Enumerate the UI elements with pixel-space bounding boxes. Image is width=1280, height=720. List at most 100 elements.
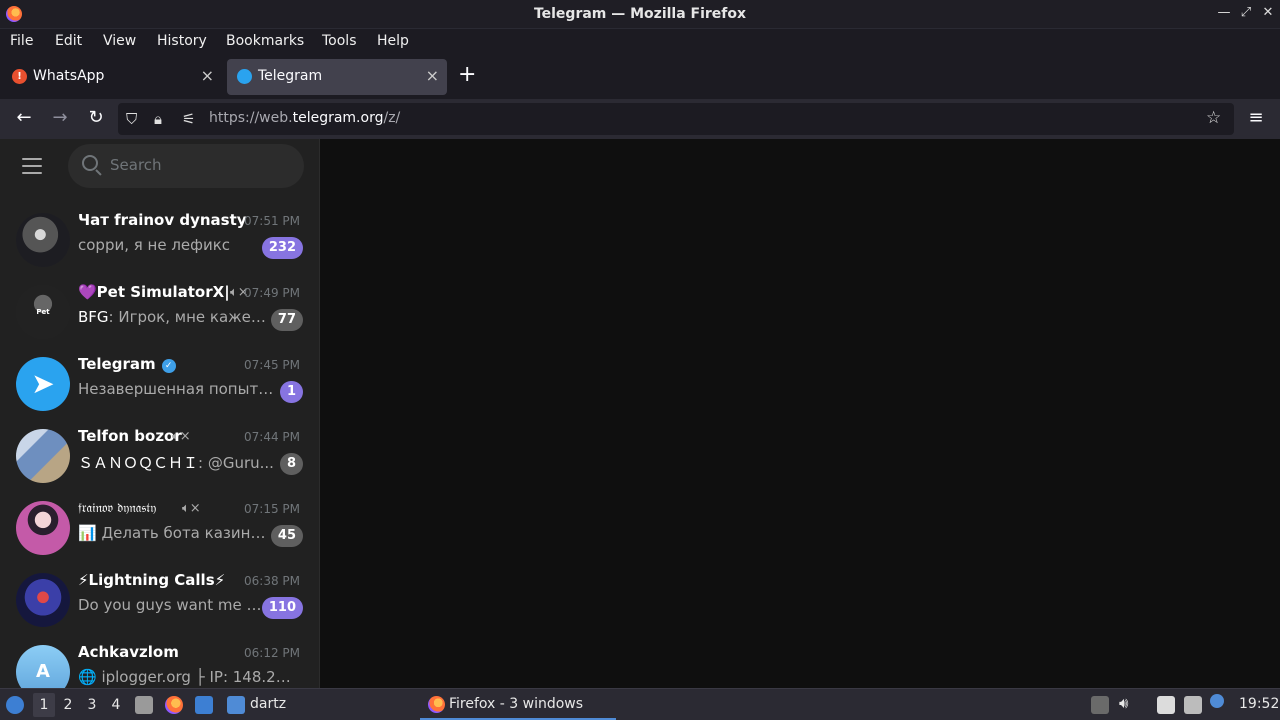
chat-time: 07:49 PM: [244, 286, 300, 300]
chat-list-item[interactable]: A Achkavzlom 06:12 PM 🌐 iplogger.org ├ I…: [8, 636, 312, 688]
chat-list-item[interactable]: Telfon bozor 🔈︎× 07:44 PM ＳＡＮＯＱＣＨＩ: @Gur…: [8, 420, 312, 492]
window-titlebar: Telegram — Mozilla Firefox — ⤢ ✕: [0, 0, 1280, 29]
navigation-bar: ← → ↻ ⛉ 🔒︎ ⚟ https://web.telegram.org/z/…: [0, 99, 1280, 139]
unread-badge: 1: [279, 381, 303, 403]
tab-bar: ! WhatsApp × Telegram ×: [0, 55, 1280, 99]
chat-list-item[interactable]: Pet SimulatorX 💜Pet SimulatorX|... 🔈︎× 0…: [8, 276, 312, 348]
chat-list-item[interactable]: ➤ Telegram ✓ 07:45 PM Незавершенная попыт…: [8, 348, 312, 420]
tray-up-icon[interactable]: [1091, 696, 1109, 714]
unread-badge: 77: [270, 309, 303, 331]
clock: 19:52: [1239, 696, 1280, 712]
start-menu-icon[interactable]: [6, 696, 24, 714]
desktop-icon[interactable]: [195, 696, 213, 714]
folder-label[interactable]: dartz: [250, 696, 286, 712]
tab-label: Telegram: [258, 68, 323, 84]
lock-icon[interactable]: 🔒︎: [154, 110, 162, 128]
chat-name: Telfon bozor: [78, 427, 182, 445]
search-box[interactable]: [68, 144, 304, 188]
chat-name: ⚡Lightning Calls⚡: [78, 571, 226, 589]
verified-icon: ✓: [161, 359, 176, 373]
network-icon[interactable]: [1184, 696, 1202, 714]
bookmark-star-icon[interactable]: ☆: [1206, 108, 1221, 128]
avatar: [16, 429, 70, 483]
tab-label: WhatsApp: [33, 68, 105, 84]
chat-name: Telegram ✓: [78, 355, 176, 373]
firefox-launcher-icon[interactable]: [165, 696, 183, 714]
chat-preview: Do you guys want me to...: [78, 596, 262, 614]
workspace-1[interactable]: 1: [33, 693, 55, 717]
hamburger-menu-icon[interactable]: [22, 158, 42, 174]
chat-preview: Незавершенная попытк...: [78, 380, 274, 398]
window-title: Telegram — Mozilla Firefox: [533, 6, 747, 22]
chat-sidebar: Чат frainov dynasty 07:51 PM сорри, я не…: [0, 139, 320, 688]
menu-edit[interactable]: Edit: [55, 33, 82, 49]
restore-icon[interactable]: ⤢: [1238, 5, 1254, 20]
avatar: [16, 573, 70, 627]
whatsapp-alert-icon: !: [12, 69, 27, 84]
menu-history[interactable]: History: [157, 33, 207, 49]
url-text[interactable]: https://web.telegram.org/z/: [209, 110, 400, 126]
unread-badge: 45: [270, 525, 303, 547]
close-tab-icon[interactable]: ×: [426, 66, 439, 85]
forward-icon[interactable]: →: [48, 107, 72, 128]
chat-time: 06:12 PM: [244, 646, 300, 660]
folder-icon[interactable]: [227, 696, 245, 714]
chat-name: 𝔣𝔯𝔞𝔦𝔫𝔬𝔳 𝔡𝔶𝔫𝔞𝔰𝔱𝔶: [78, 501, 157, 516]
chat-preview: ＳＡＮＯＱＣＨＩ: @Guru...: [78, 454, 274, 472]
url-bar[interactable]: ⛉ 🔒︎ ⚟ https://web.telegram.org/z/ ☆: [118, 103, 1234, 135]
firefox-icon: [428, 696, 445, 713]
menu-file[interactable]: File: [10, 33, 33, 49]
app-menu-icon[interactable]: ≡: [1244, 107, 1268, 128]
close-window-icon[interactable]: ✕: [1260, 5, 1276, 20]
tab-telegram[interactable]: Telegram ×: [227, 59, 447, 95]
avatar: Pet SimulatorX: [16, 285, 70, 339]
task-label: Firefox - 3 windows: [449, 696, 584, 712]
chat-time: 07:51 PM: [244, 214, 300, 228]
new-tab-icon[interactable]: +: [458, 62, 476, 87]
menu-tools[interactable]: Tools: [322, 33, 357, 49]
muted-icon: 🔈︎×: [172, 429, 191, 444]
chat-preview: 🌐 iplogger.org ├ IP: 148.251...: [78, 668, 300, 686]
workspace-2[interactable]: 2: [57, 693, 79, 717]
menubar: File Edit View History Bookmarks Tools H…: [0, 29, 1280, 55]
chat-list-item[interactable]: 𝔣𝔯𝔞𝔦𝔫𝔬𝔳 𝔡𝔶𝔫𝔞𝔰𝔱𝔶 🔈︎× 07:15 PM 📊 Делать бо…: [8, 492, 312, 564]
chat-name: Чат frainov dynasty: [78, 211, 247, 229]
workspace-3[interactable]: 3: [81, 693, 103, 717]
minimize-icon[interactable]: —: [1216, 5, 1232, 20]
chat-name: 💜Pet SimulatorX|...: [78, 283, 228, 301]
taskbar-task-firefox[interactable]: Firefox - 3 windows: [420, 689, 616, 720]
muted-icon: 🔈︎×: [182, 501, 201, 516]
page-content: Чат frainov dynasty 07:51 PM сорри, я не…: [0, 139, 1280, 688]
notification-icon[interactable]: [1210, 694, 1224, 708]
avatar: A: [16, 645, 70, 688]
chat-name: Achkavzlom: [78, 643, 179, 661]
clipboard-icon[interactable]: [1157, 696, 1175, 714]
chat-list-item[interactable]: ⚡Lightning Calls⚡ 06:38 PM Do you guys w…: [8, 564, 312, 636]
chat-time: 07:44 PM: [244, 430, 300, 444]
shield-icon[interactable]: ⛉: [126, 110, 137, 128]
file-manager-icon[interactable]: [135, 696, 153, 714]
menu-bookmarks[interactable]: Bookmarks: [226, 33, 304, 49]
tab-whatsapp[interactable]: ! WhatsApp ×: [2, 59, 222, 95]
telegram-icon: [237, 69, 252, 84]
chat-preview: BFG: Игрок, мне кажетс...: [78, 308, 268, 326]
workspace-4[interactable]: 4: [105, 693, 127, 717]
close-tab-icon[interactable]: ×: [201, 66, 214, 85]
permissions-icon[interactable]: ⚟: [182, 110, 195, 128]
unread-badge: 232: [261, 237, 303, 259]
menu-help[interactable]: Help: [377, 33, 409, 49]
reload-icon[interactable]: ↻: [84, 107, 108, 128]
volume-icon[interactable]: 🔊︎: [1119, 694, 1128, 712]
unread-badge: 8: [279, 453, 303, 475]
chat-time: 07:45 PM: [244, 358, 300, 372]
search-icon: [82, 155, 98, 171]
chat-preview: сорри, я не лефикс: [78, 236, 231, 254]
unread-badge: 110: [261, 597, 303, 619]
back-icon[interactable]: ←: [12, 107, 36, 128]
chat-preview: 📊 Делать бота казино ...: [78, 524, 270, 542]
search-input[interactable]: [110, 156, 290, 174]
menu-view[interactable]: View: [103, 33, 136, 49]
chat-list-item[interactable]: Чат frainov dynasty 07:51 PM сорри, я не…: [8, 204, 312, 276]
avatar: [16, 213, 70, 267]
avatar: [16, 501, 70, 555]
